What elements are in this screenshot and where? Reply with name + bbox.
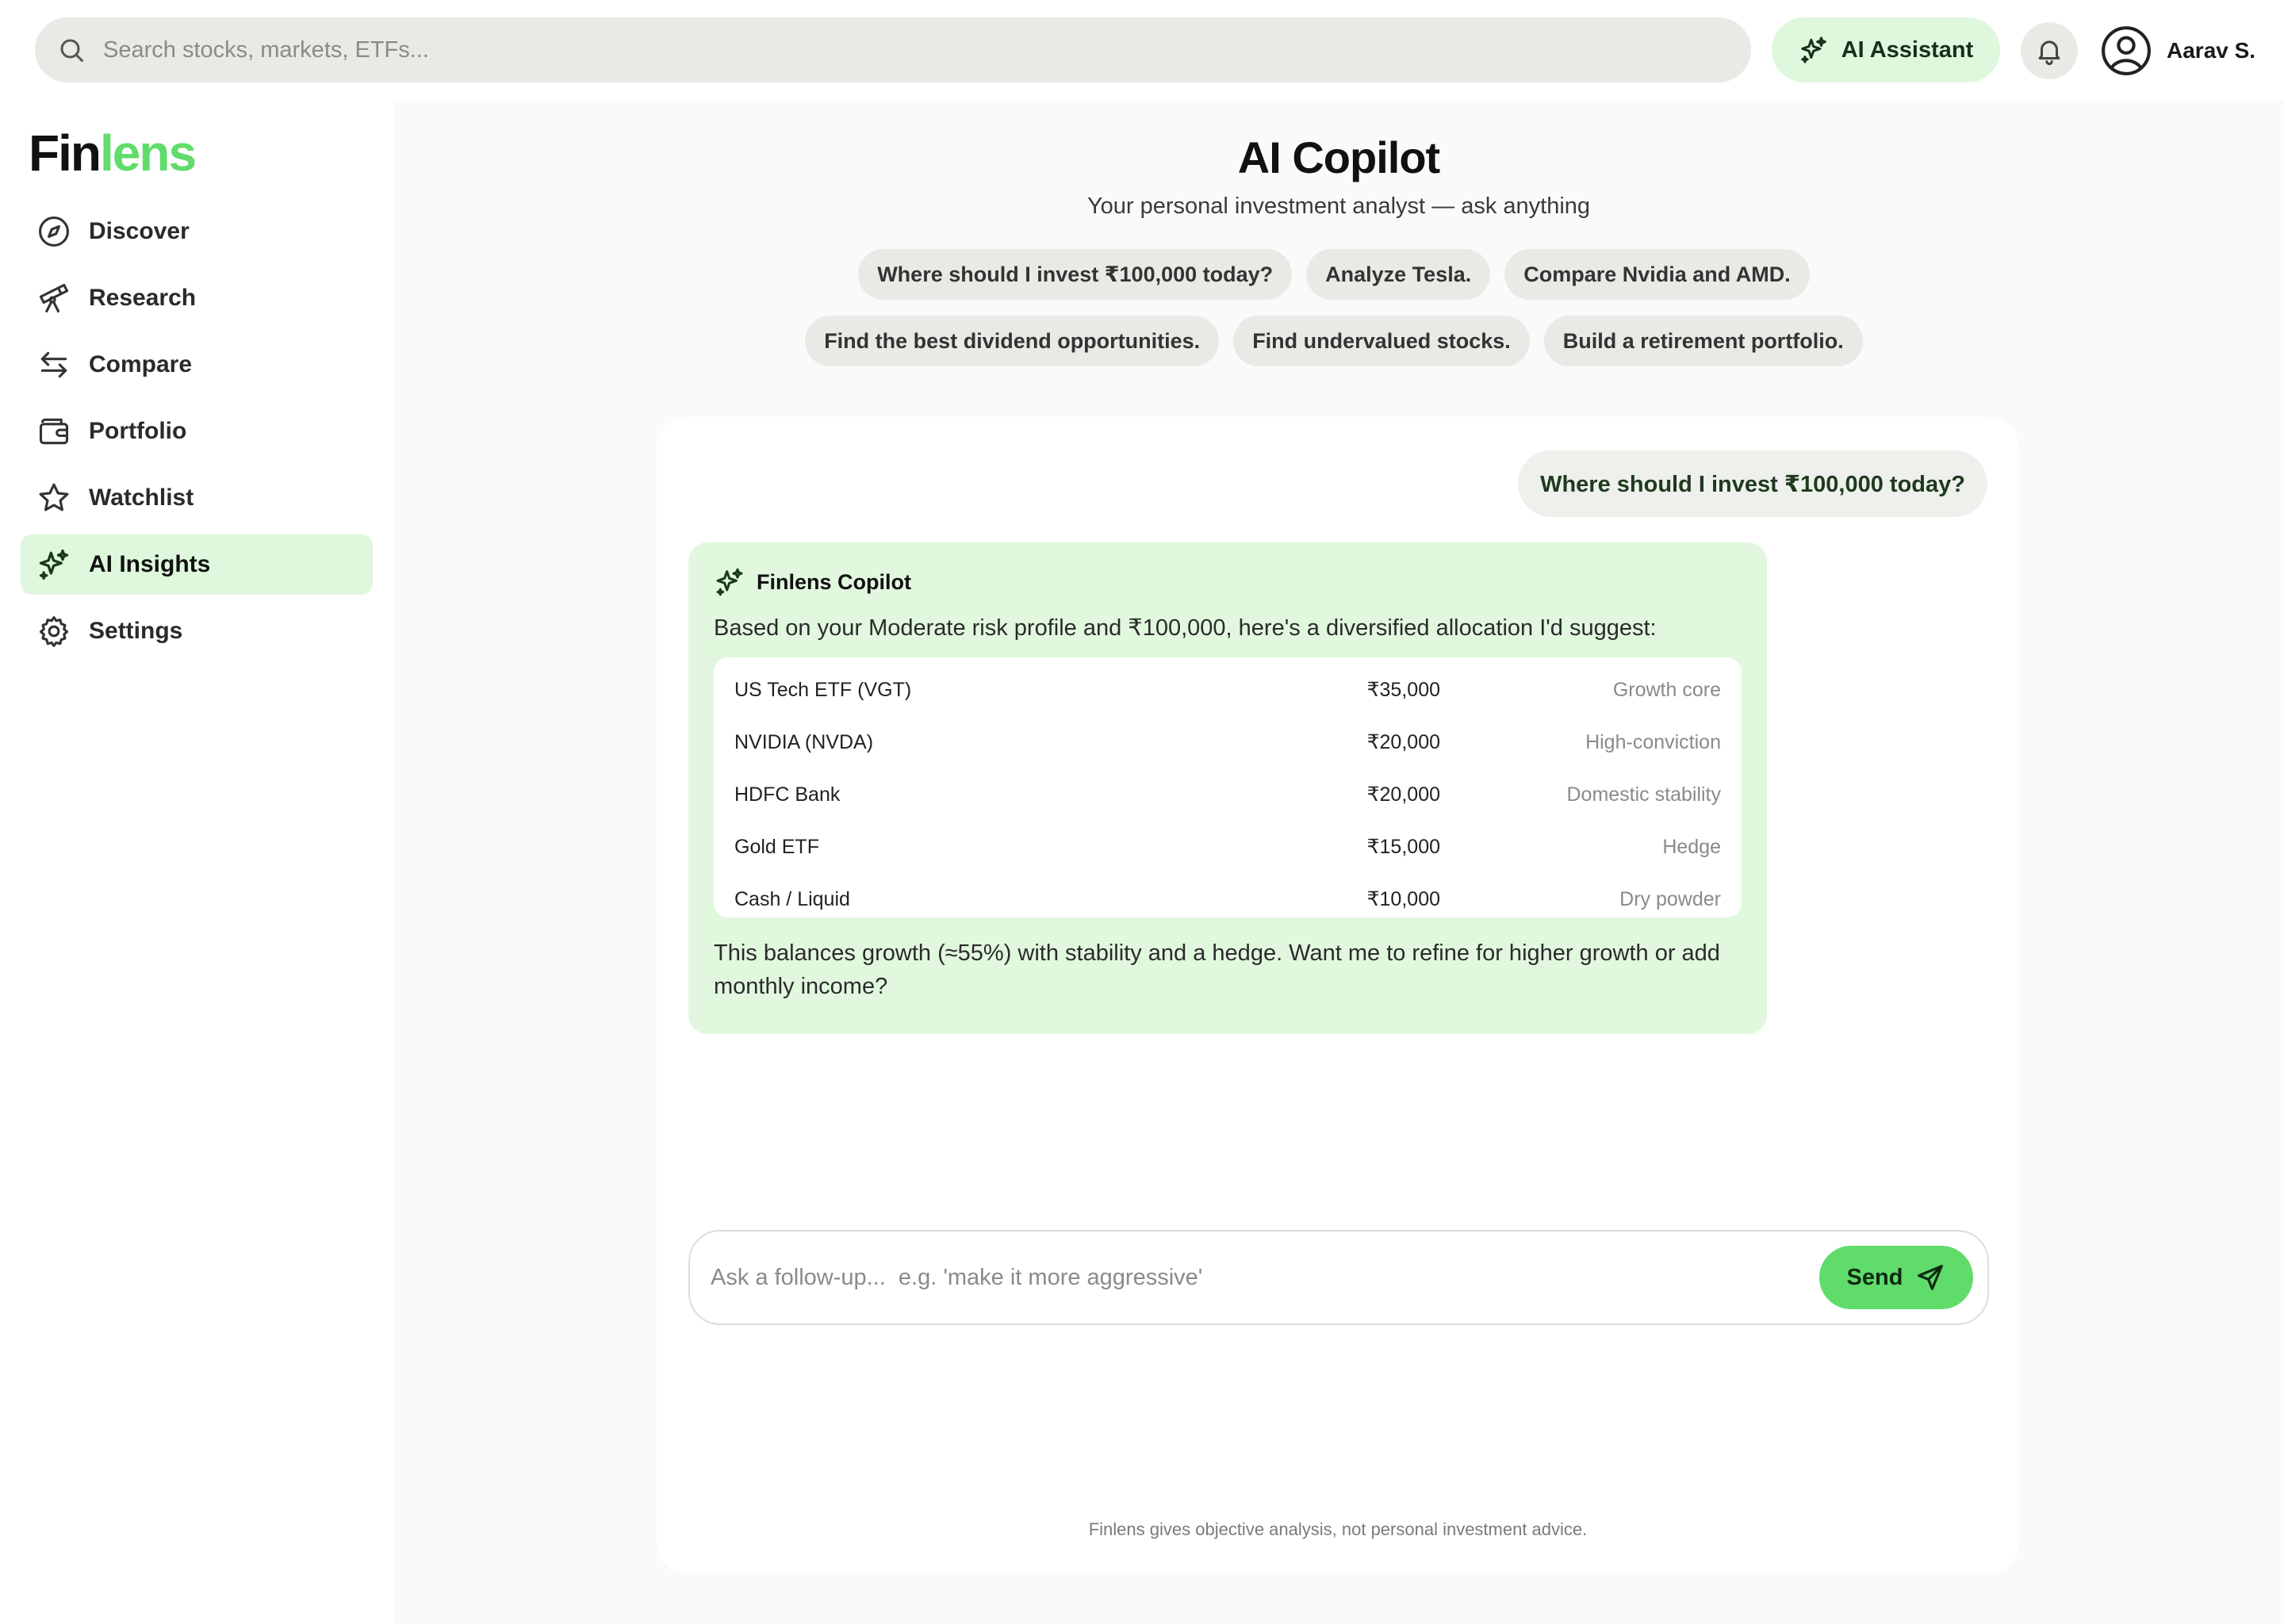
table-row: US Tech ETF (VGT) ₹35,000 Growth core: [734, 664, 1721, 716]
sidebar-item-label: Watchlist: [89, 485, 194, 511]
page-title: AI Copilot: [1237, 132, 1440, 182]
search-input[interactable]: [103, 36, 1689, 63]
suggestion-chip[interactable]: Find the best dividend opportunities.: [805, 316, 1220, 366]
paper-plane-icon: [1918, 1265, 1944, 1290]
table-row: HDFC Bank ₹20,000 Domestic stability: [734, 768, 1721, 821]
wallet-icon: [39, 418, 69, 445]
table-row: Gold ETF ₹15,000 Hedge: [734, 821, 1721, 873]
sidebar-item-compare[interactable]: Compare: [21, 335, 373, 395]
search-bar[interactable]: [35, 17, 1751, 82]
sidebar-item-watchlist[interactable]: Watchlist: [21, 468, 373, 528]
ai-assistant-button[interactable]: AI Assistant: [1772, 17, 2000, 82]
notifications-button[interactable]: [2021, 22, 2078, 79]
user-menu[interactable]: Aarav S.: [2100, 22, 2255, 79]
allocation-amount: ₹15,000: [1366, 836, 1440, 858]
allocation-name: Gold ETF: [734, 835, 819, 858]
page-subtitle: Your personal investment analyst — ask a…: [1086, 193, 1591, 219]
assistant-name: Finlens Copilot: [757, 569, 911, 594]
assistant-outro-text: This balances growth (≈55%) with stabili…: [714, 940, 1720, 999]
allocation-amount: ₹10,000: [1366, 888, 1440, 910]
allocation-amount: ₹20,000: [1366, 783, 1440, 806]
logo-part-lens: lens: [99, 124, 197, 182]
suggestion-chip[interactable]: Where should I invest ₹100,000 today?: [858, 249, 1293, 300]
allocation-amount: ₹20,000: [1366, 731, 1440, 753]
table-row: NVIDIA (NVDA) ₹20,000 High-conviction: [734, 716, 1721, 768]
sidebar-item-label: Discover: [89, 218, 190, 244]
suggestion-chip[interactable]: Compare Nvidia and AMD.: [1504, 249, 1810, 300]
logo-part-fin: Fin: [29, 124, 102, 182]
user-message-bubble: Where should I invest ₹100,000 today?: [1518, 450, 1987, 517]
sidebar-item-label: Research: [89, 285, 197, 311]
allocation-name: US Tech ETF (VGT): [734, 678, 912, 701]
compass-icon: [39, 216, 69, 247]
top-bar: AI Assistant Aarav S.: [0, 0, 2284, 100]
table-row: Cash / Liquid ₹10,000 Dry powder: [734, 873, 1721, 925]
telescope-icon: [39, 283, 69, 313]
allocation-name: Cash / Liquid: [734, 887, 850, 910]
gear-icon: [39, 616, 69, 647]
message-composer[interactable]: Send: [688, 1230, 1989, 1325]
sparkles-icon: [1800, 36, 1826, 63]
sidebar-item-portfolio[interactable]: Portfolio: [21, 401, 373, 462]
suggestion-chip[interactable]: Build a retirement portfolio.: [1543, 316, 1863, 366]
allocation-amount: ₹35,000: [1366, 679, 1440, 701]
chat-panel: Where should I invest ₹100,000 today? Fi…: [657, 417, 2019, 1573]
avatar-icon: [2102, 26, 2151, 75]
sidebar-item-discover[interactable]: Discover: [21, 201, 373, 262]
ai-assistant-label: AI Assistant: [1841, 36, 1974, 63]
suggestion-chip[interactable]: Analyze Tesla.: [1306, 249, 1491, 300]
send-button-label: Send: [1846, 1264, 1903, 1290]
disclaimer-text: Finlens gives objective analysis, not pe…: [1088, 1519, 1588, 1539]
bell-icon: [2038, 40, 2060, 66]
user-name: Aarav S.: [2167, 38, 2256, 63]
search-icon: [60, 39, 83, 62]
follow-up-input[interactable]: [711, 1264, 1789, 1291]
allocation-name: NVIDIA (NVDA): [734, 730, 874, 753]
sidebar-item-label: Portfolio: [89, 418, 187, 444]
swap-arrows-icon: [40, 351, 67, 378]
sparkles-icon: [716, 568, 743, 596]
main-content: AI Copilot Your personal investment anal…: [393, 100, 2284, 1624]
allocation-role: Growth core: [1612, 678, 1721, 701]
allocation-role: Dry powder: [1619, 887, 1721, 910]
logo[interactable]: Finlens: [29, 124, 197, 182]
assistant-intro-text: Based on your Moderate risk profile and …: [714, 615, 1657, 641]
allocation-role: High-conviction: [1585, 730, 1721, 753]
allocation-table: US Tech ETF (VGT) ₹35,000 Growth core NV…: [714, 657, 1742, 917]
assistant-header: Finlens Copilot: [714, 566, 1742, 598]
assistant-message-bubble: Finlens Copilot Based on your Moderate r…: [688, 542, 1767, 1034]
allocation-role: Domestic stability: [1566, 783, 1722, 806]
sidebar-item-research[interactable]: Research: [21, 268, 373, 328]
send-button[interactable]: Send: [1819, 1246, 1973, 1309]
sidebar-item-label: AI Insights: [89, 551, 211, 577]
star-icon: [39, 483, 69, 511]
sidebar: Finlens Discover Research Compare Portfo…: [0, 100, 393, 1624]
sidebar-item-label: Compare: [89, 351, 193, 377]
sidebar-nav: Discover Research Compare Portfolio Watc…: [21, 201, 373, 668]
suggestion-chip[interactable]: Find undervalued stocks.: [1233, 316, 1530, 366]
suggestion-chips: Where should I invest ₹100,000 today? An…: [660, 249, 2008, 366]
allocation-name: HDFC Bank: [734, 783, 841, 806]
sidebar-item-label: Settings: [89, 618, 183, 644]
allocation-role: Hedge: [1662, 835, 1721, 858]
sparkles-icon: [39, 549, 69, 580]
sidebar-item-settings[interactable]: Settings: [21, 601, 373, 661]
sidebar-item-ai-insights[interactable]: AI Insights: [21, 534, 373, 595]
